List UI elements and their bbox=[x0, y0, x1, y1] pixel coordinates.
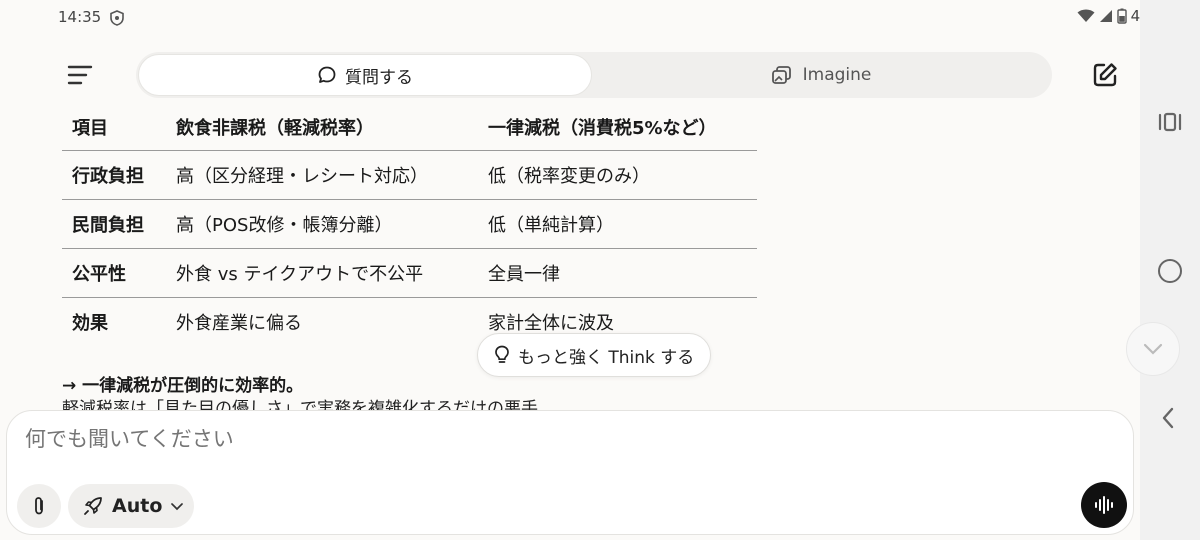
mode-tabs: 質問する Imagine bbox=[136, 52, 1052, 98]
partial-text: 軽減税率は「見た目の優しさ」で実務を複雑化するだけの悪手 bbox=[62, 399, 538, 410]
tab-ask[interactable]: 質問する bbox=[138, 54, 592, 96]
table-cell: 高（区分経理・レシート対応） bbox=[176, 165, 428, 187]
model-selector[interactable]: Auto bbox=[68, 484, 195, 528]
new-chat-button[interactable] bbox=[1090, 60, 1120, 90]
tab-imagine-label: Imagine bbox=[802, 65, 872, 85]
edit-icon bbox=[1093, 63, 1117, 87]
tab-imagine[interactable]: Imagine bbox=[592, 54, 1050, 96]
table-cell: 低（税率変更のみ） bbox=[488, 165, 650, 187]
table-cell: 民間負担 bbox=[72, 214, 144, 236]
message-input[interactable] bbox=[25, 427, 925, 451]
rocket-icon bbox=[84, 497, 102, 515]
table-cell: 低（単純計算） bbox=[488, 214, 614, 236]
table-cell: 全員一律 bbox=[488, 263, 560, 285]
paperclip-icon bbox=[35, 497, 43, 515]
table-row: 行政負担 高（区分経理・レシート対応） 低（税率変更のみ） bbox=[62, 150, 757, 199]
conclusion-text: → 一律減税が圧倒的に効率的。 bbox=[62, 376, 304, 396]
model-label: Auto bbox=[112, 495, 163, 517]
menu-icon bbox=[67, 65, 93, 85]
lightbulb-icon bbox=[495, 345, 509, 363]
table-header-row: 項目 飲食非課税（軽減税率） 一律減税（消費税5%など） bbox=[62, 104, 757, 150]
think-harder-button[interactable]: もっと強く Think する bbox=[477, 333, 712, 377]
comparison-table: 項目 飲食非課税（軽減税率） 一律減税（消費税5%など） 行政負担 高（区分経理… bbox=[62, 104, 757, 346]
voice-mode-button[interactable] bbox=[1081, 482, 1127, 528]
recents-icon bbox=[1158, 112, 1182, 132]
scroll-to-bottom-button[interactable] bbox=[1126, 322, 1180, 376]
table-cell: 高（POS改修・帳簿分離） bbox=[176, 214, 393, 236]
table-cell: 効果 bbox=[72, 312, 108, 334]
table-header-cell: 飲食非課税（軽減税率） bbox=[176, 117, 374, 139]
table-cell: 行政負担 bbox=[72, 165, 144, 187]
wifi-icon bbox=[1077, 9, 1095, 22]
battery-icon bbox=[1116, 8, 1127, 24]
status-time: 14:35 bbox=[58, 8, 102, 26]
table-cell: 外食産業に偏る bbox=[176, 312, 302, 334]
partial-text-line: 軽減税率は「見た目の優しさ」で実務を複雑化するだけの悪手 bbox=[62, 396, 762, 410]
shield-icon bbox=[110, 10, 124, 30]
table-header-cell: 一律減税（消費税5%など） bbox=[488, 117, 717, 139]
back-button[interactable] bbox=[1160, 406, 1176, 434]
table-cell: 外食 vs テイクアウトで不公平 bbox=[176, 263, 424, 285]
attach-button[interactable] bbox=[17, 484, 61, 528]
tab-ask-label: 質問する bbox=[345, 67, 413, 88]
table-cell: 公平性 bbox=[72, 263, 126, 285]
chevron-down-icon bbox=[1143, 343, 1163, 355]
recents-button[interactable] bbox=[1158, 112, 1182, 136]
message-composer: Auto bbox=[6, 410, 1134, 535]
table-header-cell: 項目 bbox=[72, 117, 108, 139]
chevron-down-icon bbox=[171, 503, 184, 511]
signal-icon bbox=[1099, 10, 1112, 22]
imagine-icon bbox=[771, 66, 791, 84]
think-harder-label: もっと強く Think する bbox=[518, 347, 695, 368]
app-screen: 14:35 質問する Imagine 項目 飲食非課税（軽減税率） 一律減税（消… bbox=[0, 0, 1140, 540]
menu-button[interactable] bbox=[66, 62, 94, 88]
home-button[interactable] bbox=[1158, 259, 1182, 283]
waveform-icon bbox=[1095, 496, 1113, 514]
chat-bubble-icon bbox=[318, 66, 336, 83]
back-icon bbox=[1162, 407, 1174, 429]
table-row: 公平性 外食 vs テイクアウトで不公平 全員一律 bbox=[62, 248, 757, 297]
table-row: 民間負担 高（POS改修・帳簿分離） 低（単純計算） bbox=[62, 199, 757, 248]
